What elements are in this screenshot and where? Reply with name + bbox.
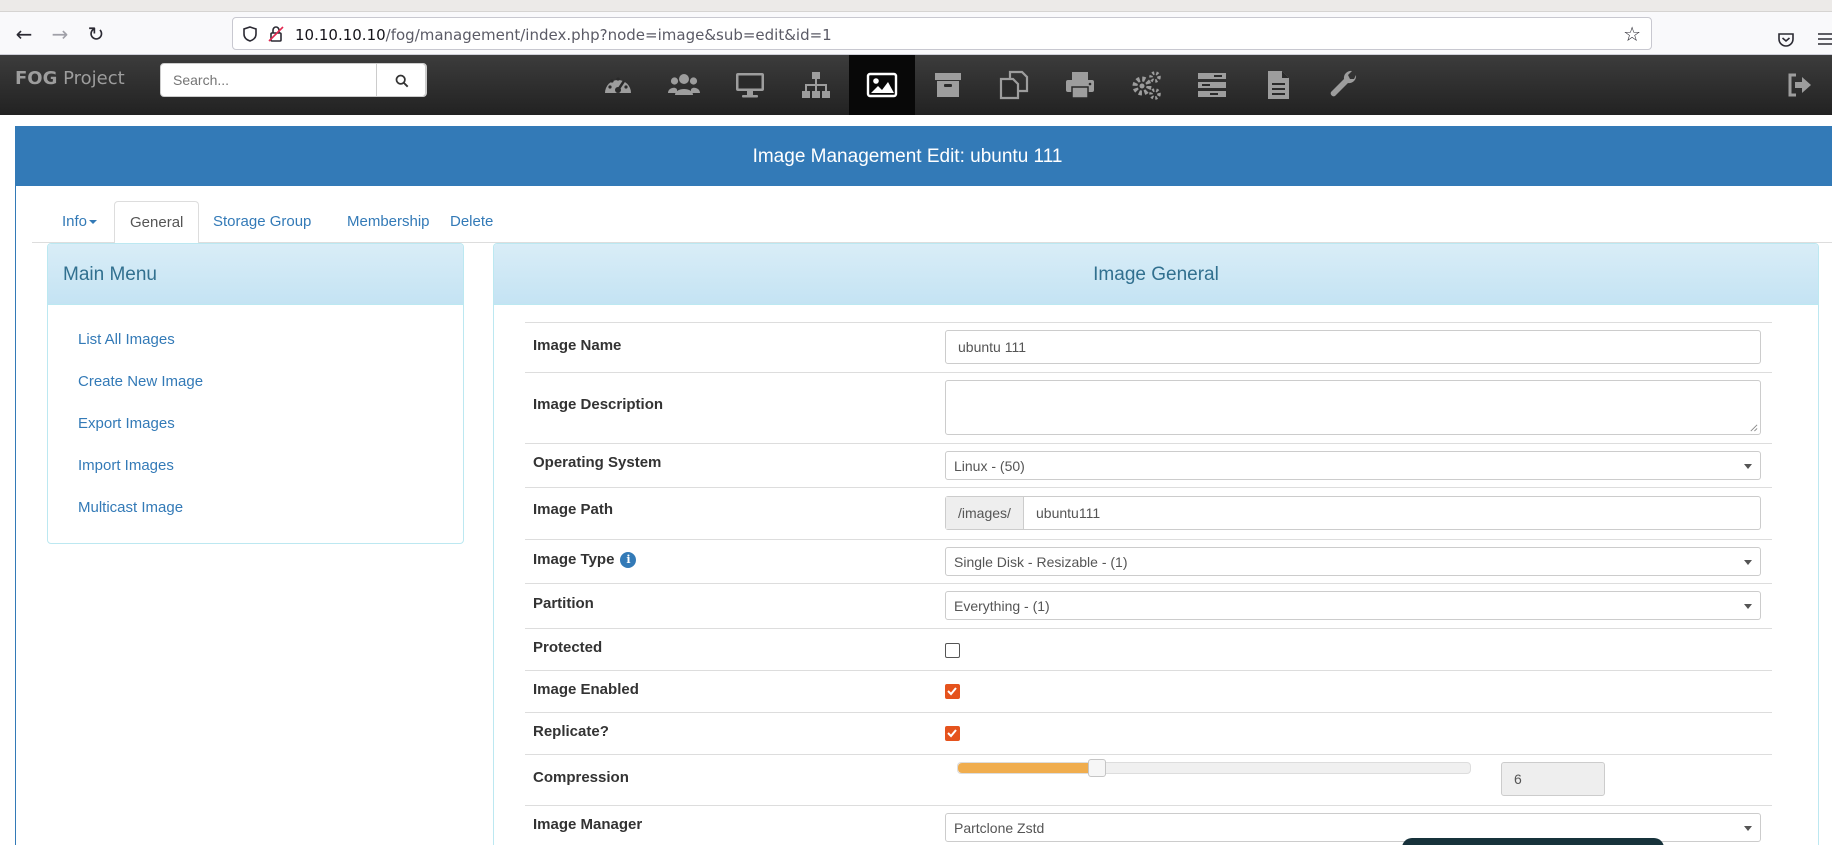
menu-item-create-new-image[interactable]: Create New Image: [48, 361, 463, 403]
form-row-operating-system: Operating System Linux - (50): [525, 443, 1772, 487]
insecure-lock-icon: [268, 26, 284, 42]
image-manager-label: Image Manager: [533, 816, 643, 833]
search-button[interactable]: [376, 63, 426, 97]
compression-label: Compression: [533, 769, 629, 786]
image-enabled-label: Image Enabled: [533, 681, 639, 698]
search-icon: [395, 74, 409, 88]
tab-info[interactable]: Info: [47, 201, 112, 243]
image-path-prefix: /images/: [946, 497, 1024, 529]
form-row-protected: Protected: [525, 628, 1772, 670]
operating-system-select[interactable]: Linux - (50): [945, 451, 1761, 480]
compression-slider-fill: [958, 763, 1097, 773]
image-path-input[interactable]: /images/ ubuntu111: [945, 496, 1761, 530]
select-arrow-icon: [1744, 464, 1752, 469]
images-icon[interactable]: [849, 55, 915, 115]
page-title: Image Management Edit: ubuntu 111: [16, 127, 1832, 186]
browser-toolbar: ← → ↻ 10.10.10.10/fog/management/index.p…: [0, 12, 1832, 55]
search-input[interactable]: [161, 64, 377, 96]
image-path-label: Image Path: [533, 501, 614, 518]
image-description-label: Image Description: [533, 396, 664, 413]
protected-label: Protected: [533, 639, 603, 656]
forward-arrow-icon[interactable]: →: [46, 20, 74, 48]
logout-icon[interactable]: [1785, 71, 1813, 99]
service-icon[interactable]: [1113, 55, 1179, 115]
printers-icon[interactable]: [1047, 55, 1113, 115]
image-type-select[interactable]: Single Disk - Resizable - (1): [945, 547, 1761, 576]
tab-general[interactable]: General: [114, 201, 200, 244]
star-icon[interactable]: ☆: [1623, 22, 1641, 46]
image-enabled-checkbox[interactable]: [945, 684, 960, 699]
partition-label: Partition: [533, 595, 594, 612]
settings-icon[interactable]: [1311, 55, 1377, 115]
select-arrow-icon: [1744, 560, 1752, 565]
form-row-image-description: Image Description: [525, 372, 1772, 443]
form-row-image-name: Image Name ubuntu 111: [525, 322, 1772, 372]
pocket-icon[interactable]: [1776, 30, 1796, 50]
main-menu-heading: Main Menu: [48, 244, 463, 305]
image-name-input[interactable]: ubuntu 111: [945, 330, 1761, 364]
tab-membership[interactable]: Membership: [332, 201, 445, 243]
menu-item-multicast-image[interactable]: Multicast Image: [48, 487, 463, 529]
form-row-compression: Compression 6: [525, 754, 1772, 805]
users-icon[interactable]: [651, 55, 717, 115]
resize-handle-icon[interactable]: [1749, 423, 1758, 432]
form-row-partition: Partition Everything - (1): [525, 583, 1772, 628]
reports-icon[interactable]: [1245, 55, 1311, 115]
compression-slider-handle[interactable]: [1087, 759, 1106, 777]
select-arrow-icon: [1744, 604, 1752, 609]
caret-down-icon: [89, 220, 98, 225]
brand-logo[interactable]: FOG Project: [15, 68, 125, 89]
search-form: [160, 63, 427, 97]
protected-checkbox[interactable]: [945, 643, 960, 658]
tab-delete[interactable]: Delete: [435, 201, 508, 243]
compression-slider[interactable]: [957, 759, 1471, 777]
info-icon[interactable]: i: [620, 552, 637, 568]
url-field[interactable]: 10.10.10.10/fog/management/index.php?nod…: [232, 17, 1652, 50]
form-row-image-enabled: Image Enabled: [525, 670, 1772, 712]
tab-storage-group[interactable]: Storage Group: [198, 201, 326, 243]
menu-icon[interactable]: [1818, 32, 1832, 46]
groups-icon[interactable]: [783, 55, 849, 115]
browser-tab-strip: [0, 0, 1832, 12]
storage-icon[interactable]: [915, 55, 981, 115]
reload-icon[interactable]: ↻: [82, 20, 110, 48]
operating-system-label: Operating System: [533, 454, 662, 471]
notification-toast: [1402, 838, 1664, 845]
replicate-checkbox[interactable]: [945, 726, 960, 741]
form-row-image-path: Image Path /images/ ubuntu111: [525, 487, 1772, 539]
replicate-label: Replicate?: [533, 723, 609, 740]
image-name-label: Image Name: [533, 337, 622, 354]
dashboard-icon[interactable]: [585, 55, 651, 115]
main-menu: Main Menu List All Images Create New Ima…: [47, 243, 464, 544]
shield-icon: [243, 26, 257, 42]
tab-bar: Info General Storage Group Membership De…: [32, 201, 1832, 244]
select-arrow-icon: [1744, 826, 1752, 831]
partition-select[interactable]: Everything - (1): [945, 591, 1761, 620]
menu-item-export-images[interactable]: Export Images: [48, 403, 463, 445]
form-row-replicate: Replicate?: [525, 712, 1772, 754]
image-type-label: Image Type i: [533, 551, 637, 568]
snapins-icon[interactable]: [981, 55, 1047, 115]
image-edit-panel: Image Management Edit: ubuntu 111 Info G…: [15, 126, 1832, 845]
compression-value-box: 6: [1501, 762, 1605, 796]
back-arrow-icon[interactable]: ←: [10, 20, 38, 48]
form-row-image-type: Image Type i Single Disk - Resizable - (1…: [525, 539, 1772, 583]
menu-item-import-images[interactable]: Import Images: [48, 445, 463, 487]
image-general-heading: Image General: [494, 244, 1818, 305]
hosts-icon[interactable]: [717, 55, 783, 115]
tasks-icon[interactable]: [1179, 55, 1245, 115]
menu-item-list-all-images[interactable]: List All Images: [48, 319, 463, 361]
main-navbar: FOG Project: [0, 55, 1832, 115]
image-description-textarea[interactable]: [945, 380, 1761, 435]
url-text: 10.10.10.10/fog/management/index.php?nod…: [295, 26, 832, 44]
image-general-panel: Image General Image Name ubuntu 111 Imag…: [493, 243, 1819, 845]
